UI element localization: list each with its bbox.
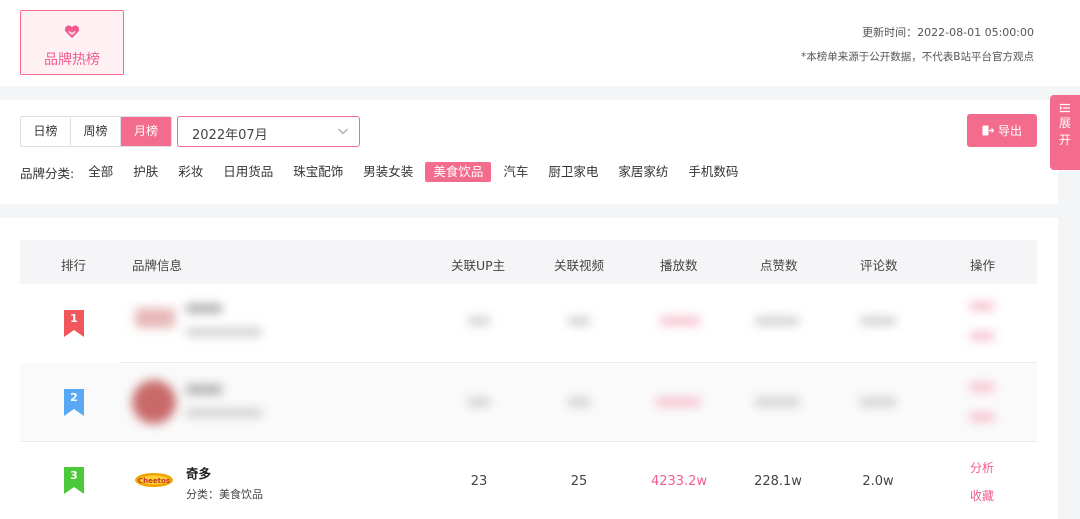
rank-number: 3 [70, 469, 78, 482]
month-value: 2022年07月 [192, 128, 268, 143]
category-filter: 品牌分类: 全部 护肤 彩妆 日用货品 珠宝配饰 男装女装 美食饮品 汽车 厨卫… [20, 161, 750, 183]
tab-monthly[interactable]: 月榜 [121, 117, 171, 146]
tab-daily[interactable]: 日榜 [21, 117, 71, 146]
header-comments: 评论数 [860, 258, 898, 273]
rank-number: 2 [70, 391, 78, 404]
category-appliances[interactable]: 厨卫家电 [540, 162, 606, 182]
category-skincare[interactable]: 护肤 [125, 162, 166, 182]
filter-panel: 日榜 周榜 月榜 2022年07月 导出 品牌分类: 全部 护肤 彩妆 日用货品… [0, 100, 1058, 204]
disclaimer-text: *本榜单来源于公开数据，不代表B站平台官方观点 [801, 51, 1034, 63]
related-video-count: 25 [570, 474, 588, 489]
period-switch: 日榜 周榜 月榜 [20, 116, 172, 147]
export-button[interactable]: 导出 [967, 114, 1037, 147]
export-icon [982, 125, 994, 136]
comment-count: 2.0w [862, 474, 894, 489]
category-digital[interactable]: 手机数码 [680, 162, 746, 182]
heart-icon [64, 25, 80, 38]
brand-name[interactable]: 奇多 [186, 463, 211, 482]
export-label: 导出 [997, 124, 1022, 138]
play-count: 4233.2w [650, 474, 708, 489]
list-icon [1059, 103, 1070, 113]
page-header: 品牌热榜 更新时间：2022-08-01 05:00:00 *本榜单来源于公开数… [0, 0, 1080, 86]
header-rank: 排行 [61, 258, 87, 273]
table-row[interactable]: 1 [20, 284, 1037, 362]
header-likes: 点赞数 [760, 258, 798, 273]
category-all[interactable]: 全部 [80, 162, 121, 182]
chevron-down-icon [338, 128, 348, 135]
svg-text:Cheetos: Cheetos [138, 477, 170, 485]
update-time: 更新时间：2022-08-01 05:00:00 [862, 26, 1034, 39]
brand-logo: Cheetos [135, 473, 173, 487]
header-plays: 播放数 [660, 258, 698, 273]
analyze-link[interactable]: 分析 [970, 459, 994, 476]
badge-title: 品牌热榜 [44, 52, 100, 68]
brand-category: 分类：美食饮品 [186, 488, 263, 501]
ranking-list: 排行 品牌信息 关联UP主 关联视频 播放数 点赞数 评论数 操作 1 2 3 … [0, 218, 1058, 519]
header-actions: 操作 [970, 258, 996, 273]
table-row[interactable]: 3 Cheetos 奇多 分类：美食饮品 23 25 4233.2w 228.1… [20, 442, 1037, 519]
category-makeup[interactable]: 彩妆 [170, 162, 211, 182]
table-row[interactable]: 2 [20, 363, 1037, 441]
month-select[interactable]: 2022年07月 [177, 116, 360, 147]
header-related-videos: 关联视频 [554, 258, 605, 273]
category-home-textiles[interactable]: 家居家纺 [610, 162, 676, 182]
header-related-up: 关联UP主 [451, 258, 506, 273]
tab-weekly[interactable]: 周榜 [71, 117, 121, 146]
like-count: 228.1w [754, 474, 802, 489]
rank-number: 1 [70, 312, 78, 325]
category-label: 品牌分类: [20, 165, 75, 181]
table-header: 排行 品牌信息 关联UP主 关联视频 播放数 点赞数 评论数 操作 [20, 240, 1037, 284]
category-apparel[interactable]: 男装女装 [355, 162, 421, 182]
category-food-drink[interactable]: 美食饮品 [425, 162, 492, 182]
expand-label: 展开 [1058, 116, 1071, 147]
favorite-link[interactable]: 收藏 [970, 487, 994, 504]
related-up-count: 23 [470, 474, 488, 489]
category-auto[interactable]: 汽车 [495, 162, 536, 182]
category-daily-goods[interactable]: 日用货品 [215, 162, 281, 182]
header-brand-info: 品牌信息 [132, 258, 183, 273]
expand-side-tab[interactable]: 展开 [1050, 95, 1080, 170]
brand-hot-list-badge[interactable]: 品牌热榜 [20, 10, 124, 75]
category-jewelry[interactable]: 珠宝配饰 [285, 162, 351, 182]
